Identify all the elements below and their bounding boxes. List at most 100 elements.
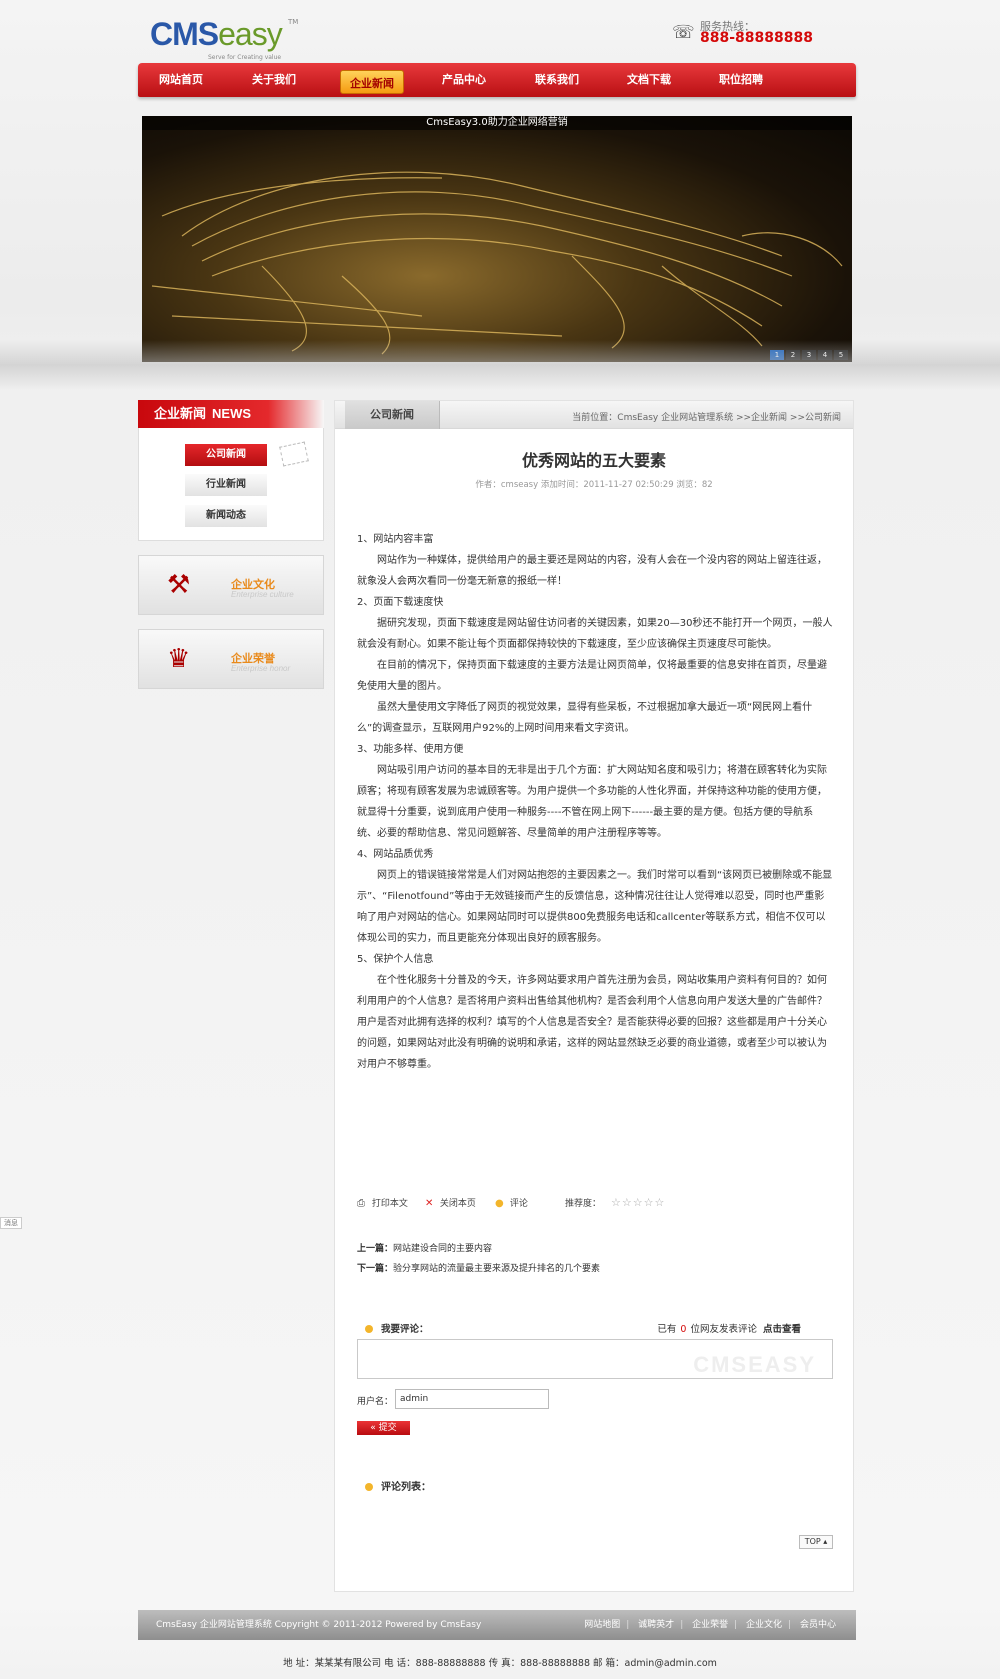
prev-article: 上一篇：网站建设合同的主要内容: [357, 1239, 600, 1259]
phone-icon: ☏: [672, 22, 695, 43]
breadcrumb[interactable]: 当前位置：CmsEasy 企业网站管理系统 >>企业新闻 >>公司新闻: [572, 410, 841, 423]
bullet-icon: [365, 1483, 373, 1491]
worker-icon: ⚒: [167, 570, 191, 600]
top-label: TOP: [804, 1537, 821, 1546]
next-label: 下一篇：: [357, 1264, 394, 1274]
close-page-button[interactable]: ✕ 关闭本页: [425, 1196, 476, 1209]
submit-label: 提交: [378, 1423, 397, 1433]
nav-item-news[interactable]: 企业新闻: [340, 70, 404, 94]
section-heading: 2、页面下载速度快: [357, 597, 444, 608]
comment-list-header: 评论列表：: [357, 1478, 431, 1493]
honor-subtitle: Enterprise honor: [231, 664, 291, 673]
nav-item-about[interactable]: 关于我们: [239, 63, 309, 97]
mountain-backdrop: [0, 340, 1000, 390]
star-icon[interactable]: ☆: [633, 1196, 644, 1209]
paragraph: 据研究发现，页面下载速度是网站留住访问者的关键因素，如果20—30秒还不能打开一…: [357, 618, 833, 650]
close-label: 关闭本页: [439, 1199, 476, 1209]
submit-button[interactable]: « 提交: [357, 1421, 410, 1435]
comment-button[interactable]: ● 评论: [495, 1196, 528, 1209]
footer-link-honor[interactable]: 企业荣誉: [692, 1620, 728, 1630]
logo-brand-b: easy: [218, 16, 283, 52]
paragraph: 在目前的情况下，保持页面下载速度的主要方法是让网页简单，仅将最重要的信息安排在首…: [357, 660, 827, 692]
nav-item-products[interactable]: 产品中心: [429, 63, 499, 97]
comment-header: 我要评论： 已有 0 位网友发表评论 点击查看: [357, 1321, 833, 1335]
footer-link-sitemap[interactable]: 网站地图: [584, 1620, 620, 1630]
footer-bar: CmsEasy 企业网站管理系统 Copyright © 2011-2012 P…: [138, 1610, 856, 1640]
copyright: CmsEasy 企业网站管理系统 Copyright © 2011-2012 P…: [156, 1620, 482, 1630]
count-number: 0: [680, 1324, 687, 1335]
logo-tm: TM: [288, 18, 299, 26]
trophy-icon: ♛: [167, 644, 191, 674]
banner[interactable]: CmsEasy3.0助力企业网络营销 1 2 3 4 5: [142, 116, 852, 362]
sidebar-item-news-updates[interactable]: 新闻动态: [185, 505, 267, 527]
honor-box[interactable]: ♛ 企业荣誉 Enterprise honor: [138, 629, 324, 689]
banner-caption: CmsEasy3.0助力企业网络营销: [142, 116, 852, 130]
footer-link-members[interactable]: 会员中心: [800, 1620, 836, 1630]
printer-icon: ⎙: [357, 1198, 365, 1209]
caret-up-icon: ▴: [823, 1537, 828, 1546]
star-icon[interactable]: ☆: [644, 1196, 655, 1209]
footer-links: 网站地图 | 诚聘英才 | 企业荣誉 | 企业文化 | 会员中心: [584, 1620, 836, 1630]
comment-watermark: CMSEASY: [693, 1352, 816, 1377]
star-icon[interactable]: ☆: [611, 1196, 622, 1209]
main-nav: 网站首页 关于我们 企业新闻 产品中心 联系我们 文档下载 职位招聘: [138, 63, 856, 97]
footer-link-culture[interactable]: 企业文化: [746, 1620, 782, 1630]
comment-list-heading: 评论列表：: [381, 1482, 431, 1493]
article-body: 1、网站内容丰富 网站作为一种媒体，提供给用户的最主要还是网站的内容，没有人会在…: [357, 529, 833, 1075]
paragraph: 网站作为一种媒体，提供给用户的最主要还是网站的内容，没有人会在一个没内容的网站上…: [357, 555, 827, 587]
section-heading: 5、保护个人信息: [357, 954, 434, 965]
username-input[interactable]: [395, 1389, 549, 1409]
rating-stars[interactable]: ☆☆☆☆☆: [611, 1196, 665, 1209]
star-icon[interactable]: ☆: [655, 1196, 666, 1209]
section-heading: 3、功能多样、使用方便: [357, 744, 464, 755]
main-header: 公司新闻 当前位置：CmsEasy 企业网站管理系统 >>企业新闻 >>公司新闻: [335, 401, 853, 429]
footer-address: 地 址：某某某有限公司 电 话：888-88888888 传 真：888-888…: [283, 1658, 717, 1669]
bullet-icon: [365, 1325, 373, 1333]
section-heading: 1、网站内容丰富: [357, 534, 434, 545]
footer-link-careers[interactable]: 诚聘英才: [638, 1620, 674, 1630]
comment-count: 已有 0 位网友发表评论 点击查看: [657, 1321, 801, 1335]
sidebar-item-industry-news[interactable]: 行业新闻: [185, 474, 267, 496]
comment-textarea[interactable]: CMSEASY: [357, 1339, 833, 1379]
culture-subtitle: Enterprise culture: [231, 590, 294, 599]
username-label: 用户名：: [357, 1397, 394, 1407]
prev-link[interactable]: 网站建设合同的主要内容: [393, 1244, 492, 1254]
paper-plane-icon: [279, 441, 309, 467]
print-label: 打印本文: [371, 1199, 408, 1209]
main-content: 公司新闻 当前位置：CmsEasy 企业网站管理系统 >>企业新闻 >>公司新闻…: [334, 400, 854, 1592]
view-comments-link[interactable]: 点击查看: [763, 1324, 801, 1335]
banner-image: [151, 171, 843, 355]
prev-next: 上一篇：网站建设合同的主要内容 下一篇：验分享网站的流量最主要来源及提升排名的几…: [357, 1239, 600, 1279]
paragraph: 在个性化服务十分普及的今天，许多网站要求用户首先注册为会员，网站收集用户资料有何…: [357, 975, 827, 1070]
comment-label: 评论: [509, 1199, 528, 1209]
nav-item-contact[interactable]: 联系我们: [522, 63, 592, 97]
site-logo[interactable]: CMSeasy TM Serve for Creating value: [150, 16, 298, 61]
sidebar: 企业新闻 NEWS 公司新闻 行业新闻 新闻动态 ⚒ 企业文化 Enterpris…: [138, 400, 324, 689]
logo-slogan: Serve for Creating value: [208, 54, 282, 61]
culture-box[interactable]: ⚒ 企业文化 Enterprise culture: [138, 555, 324, 615]
hotline-number: 888-88888888: [700, 30, 813, 46]
paragraph: 网站吸引用户访问的基本目的无非是出于几个方面：扩大网站知名度和吸引力；将潜在顾客…: [357, 765, 827, 839]
paragraph: 网页上的错误链接常常是人们对网站抱怨的主要因素之一。我们时常可以看到“该网页已被…: [357, 870, 833, 944]
sidebar-menu: 公司新闻 行业新闻 新闻动态: [138, 428, 324, 541]
sidebar-title: 企业新闻 NEWS: [138, 400, 324, 428]
article-actions: ⎙ 打印本文 ✕ 关闭本页 ● 评论 推荐度： ☆☆☆☆☆: [357, 1196, 833, 1212]
count-suffix: 位网友发表评论: [690, 1324, 757, 1335]
message-side-tab[interactable]: 消息: [0, 1217, 22, 1229]
comment-heading: 我要评论：: [381, 1324, 429, 1335]
star-icon[interactable]: ☆: [622, 1196, 633, 1209]
rating-label: 推荐度：: [565, 1199, 602, 1209]
sidebar-item-company-news[interactable]: 公司新闻: [185, 444, 267, 466]
count-prefix: 已有: [657, 1324, 677, 1335]
paragraph: 虽然大量使用文字降低了网页的视觉效果，显得有些呆板，不过根据加拿大最近一项“网民…: [357, 702, 813, 734]
print-button[interactable]: ⎙ 打印本文: [357, 1196, 408, 1209]
back-to-top-button[interactable]: TOP ▴: [799, 1535, 833, 1549]
nav-item-downloads[interactable]: 文档下载: [614, 63, 684, 97]
comment-dot-icon: ●: [495, 1198, 504, 1209]
sidebar-title-cn: 企业新闻: [154, 407, 207, 422]
logo-brand-a: CMS: [150, 16, 219, 52]
nav-item-jobs[interactable]: 职位招聘: [706, 63, 776, 97]
tab-company-news[interactable]: 公司新闻: [345, 401, 440, 429]
next-link[interactable]: 验分享网站的流量最主要来源及提升排名的几个要素: [393, 1264, 600, 1274]
nav-item-home[interactable]: 网站首页: [146, 63, 216, 97]
